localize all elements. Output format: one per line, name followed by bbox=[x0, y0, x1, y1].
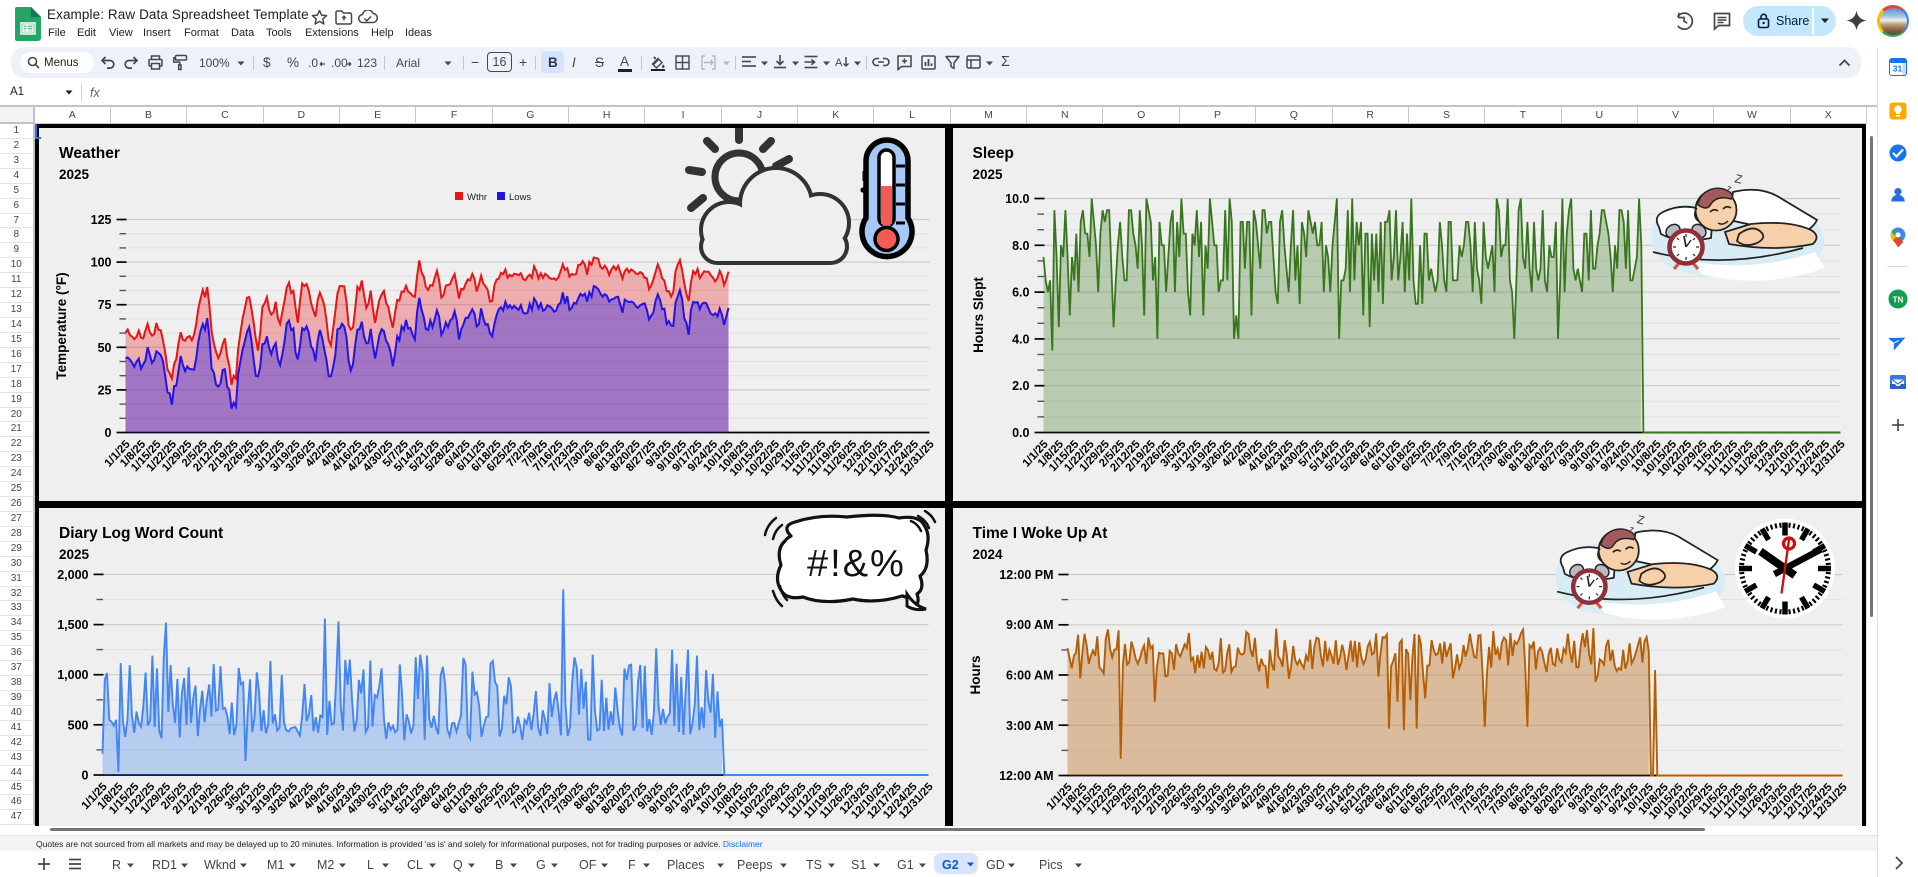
svg-text:2,000: 2,000 bbox=[57, 568, 88, 582]
svg-text:Hours: Hours bbox=[968, 655, 983, 694]
svg-text:Z: Z bbox=[1733, 171, 1744, 186]
svg-text:Lows: Lows bbox=[509, 192, 531, 203]
svg-text:500: 500 bbox=[68, 718, 89, 732]
svg-text:125: 125 bbox=[91, 213, 112, 227]
svg-text:#!&%: #!&% bbox=[807, 543, 906, 585]
svg-text:2.0: 2.0 bbox=[1012, 379, 1029, 393]
svg-text:8.0: 8.0 bbox=[1012, 239, 1029, 253]
svg-text:2025: 2025 bbox=[59, 547, 90, 562]
svg-text:6:00 AM: 6:00 AM bbox=[1006, 669, 1053, 683]
svg-text:Sleep: Sleep bbox=[973, 145, 1014, 162]
svg-text:2025: 2025 bbox=[973, 167, 1004, 182]
svg-text:1,500: 1,500 bbox=[57, 618, 88, 632]
svg-text:Diary Log Word Count: Diary Log Word Count bbox=[59, 525, 223, 542]
svg-text:12:00 PM: 12:00 PM bbox=[999, 568, 1053, 582]
svg-text:4.0: 4.0 bbox=[1012, 332, 1029, 346]
svg-text:12:00 AM: 12:00 AM bbox=[999, 769, 1053, 783]
svg-text:3:00 AM: 3:00 AM bbox=[1006, 719, 1053, 733]
svg-text:2025: 2025 bbox=[59, 167, 90, 182]
svg-text:10.0: 10.0 bbox=[1005, 192, 1029, 206]
svg-text:31: 31 bbox=[1893, 64, 1903, 74]
svg-text:A: A bbox=[835, 57, 843, 69]
svg-text:75: 75 bbox=[98, 298, 112, 312]
svg-text:0: 0 bbox=[105, 426, 112, 440]
svg-text:0.0: 0.0 bbox=[1012, 426, 1029, 440]
svg-text:1,000: 1,000 bbox=[57, 668, 88, 682]
svg-text:Hours Slept: Hours Slept bbox=[971, 277, 986, 353]
svg-text:Weather: Weather bbox=[59, 145, 120, 162]
svg-text:Z: Z bbox=[1636, 513, 1646, 527]
svg-text:50: 50 bbox=[98, 341, 112, 355]
svg-text:2024: 2024 bbox=[973, 547, 1004, 562]
svg-text:TN: TN bbox=[1893, 296, 1904, 305]
svg-text:6.0: 6.0 bbox=[1012, 286, 1029, 300]
svg-text:25: 25 bbox=[98, 383, 112, 397]
svg-text:Wthr: Wthr bbox=[467, 192, 487, 203]
svg-text:0: 0 bbox=[82, 769, 89, 783]
svg-text:Temperature (°F): Temperature (°F) bbox=[54, 272, 69, 379]
svg-text:Time I Woke Up At: Time I Woke Up At bbox=[973, 525, 1108, 542]
svg-text:9:00 AM: 9:00 AM bbox=[1006, 618, 1053, 632]
svg-text:100: 100 bbox=[91, 256, 112, 270]
